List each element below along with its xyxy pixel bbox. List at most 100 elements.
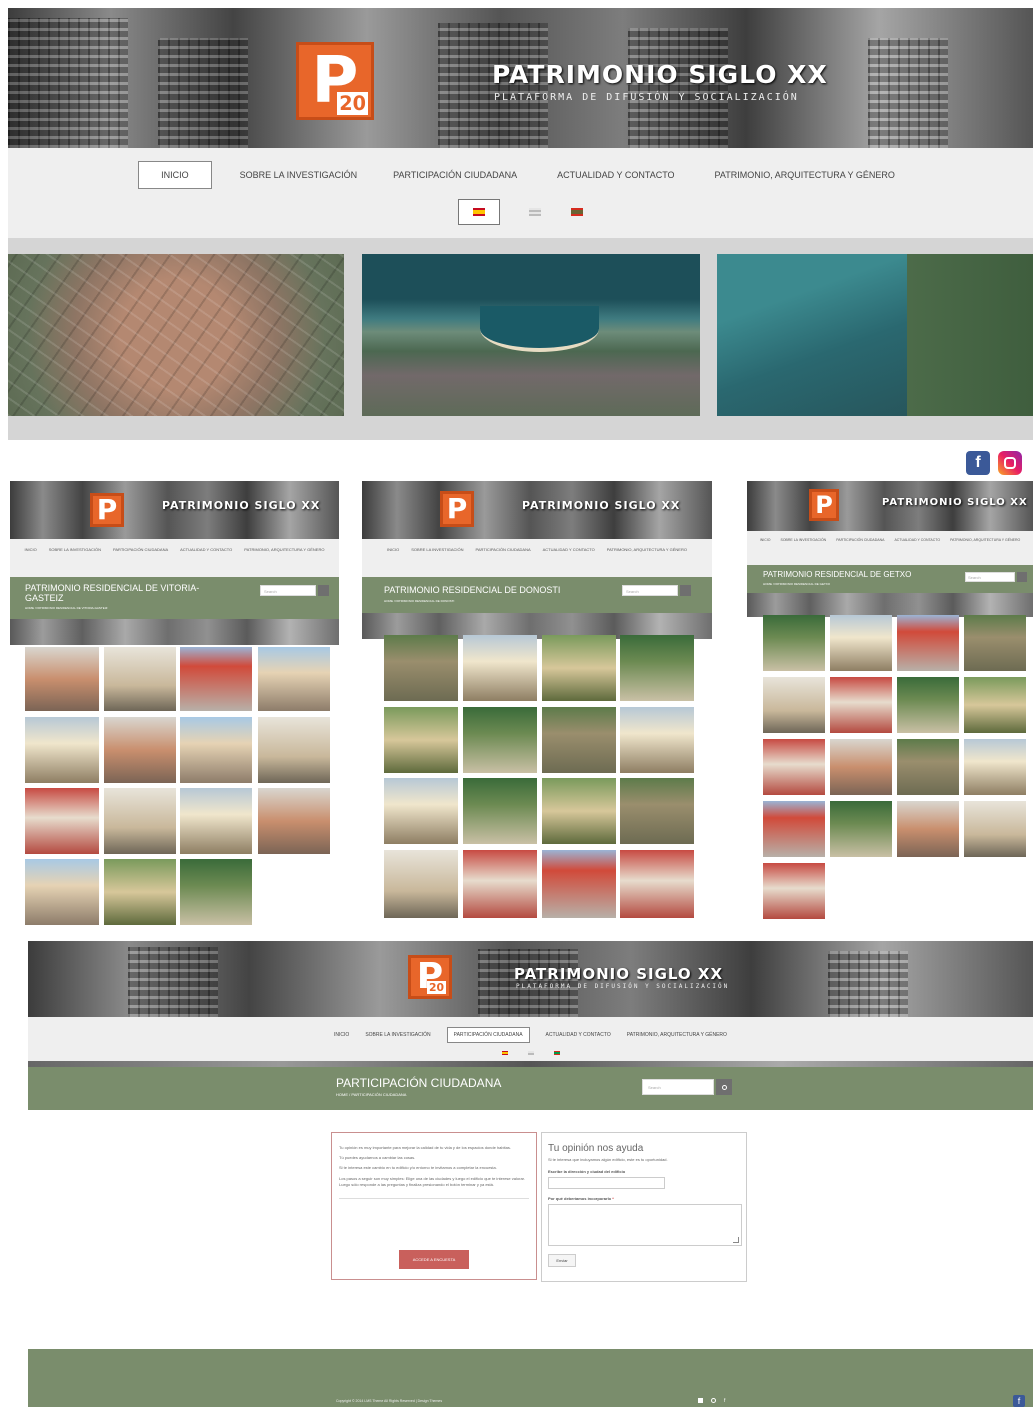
search-input[interactable]: Search	[642, 1079, 714, 1095]
donosti-photo[interactable]	[542, 778, 616, 844]
nav-inicio[interactable]: INICIO	[138, 161, 212, 189]
bottom-banner: P 20 PATRIMONIO SIGLO XX PLATAFORMA DE DI…	[28, 941, 1033, 1017]
getxo-photo[interactable]	[830, 801, 892, 857]
nav-patrimonio[interactable]: PATRIMONIO, ARQUITECTURA Y GÉNERO	[707, 162, 903, 188]
reason-textarea[interactable]	[548, 1204, 742, 1247]
bottom-nav-actualidad[interactable]: ACTUALIDAD Y CONTACTO	[546, 1032, 611, 1038]
vitoria-title-bar: PATRIMONIO RESIDENCIAL DE VITORIA-GASTEI…	[10, 577, 339, 619]
getxo-photo[interactable]	[763, 677, 825, 733]
nav-sobre[interactable]: SOBRE LA INVESTIGACIÓN	[236, 162, 362, 188]
donosti-photo[interactable]	[463, 707, 537, 773]
getxo-photo[interactable]	[763, 863, 825, 919]
getxo-photo[interactable]	[897, 739, 959, 795]
getxo-search-button[interactable]	[1017, 572, 1027, 582]
donosti-search-input[interactable]: Search	[622, 585, 678, 596]
vitoria-photo[interactable]	[104, 788, 176, 854]
instagram-icon[interactable]	[998, 451, 1022, 475]
search-button[interactable]	[716, 1079, 732, 1095]
bottom-nav-sobre[interactable]: SOBRE LA INVESTIGACIÓN	[365, 1032, 430, 1038]
form-title: Tu opinión nos ayuda	[548, 1143, 644, 1154]
es-flag-icon	[472, 208, 485, 216]
donosti-photo[interactable]	[542, 850, 616, 918]
donosti-photo[interactable]	[542, 635, 616, 701]
donosti-photo[interactable]	[463, 850, 537, 918]
vitoria-photo[interactable]	[180, 647, 252, 711]
getxo-photo[interactable]	[964, 739, 1026, 795]
vitoria-photo[interactable]	[25, 647, 99, 711]
getxo-photo[interactable]	[830, 615, 892, 671]
donosti-photo[interactable]	[384, 635, 458, 701]
vitoria-photo[interactable]	[258, 717, 330, 783]
donosti-photo[interactable]	[463, 778, 537, 844]
settings-icon[interactable]	[711, 1398, 716, 1403]
lang-en[interactable]	[528, 207, 542, 217]
copyright: Copyright © 2014 LMS Theme All Rights Re…	[336, 1399, 443, 1403]
getxo-photo[interactable]	[830, 739, 892, 795]
getxo-photo[interactable]	[763, 615, 825, 671]
facebook-icon[interactable]: f	[1013, 1395, 1025, 1407]
site-title: PATRIMONIO SIGLO XX	[492, 60, 828, 89]
nav-actualidad[interactable]: ACTUALIDAD Y CONTACTO	[549, 162, 682, 188]
getxo-search-input[interactable]: Search	[965, 572, 1015, 582]
getxo-photo[interactable]	[897, 615, 959, 671]
donosti-title: PATRIMONIO RESIDENCIAL DE DONOSTI	[384, 585, 561, 595]
site-logo[interactable]: P 20	[296, 42, 374, 120]
bottom-nav-patrimonio[interactable]: PATRIMONIO, ARQUITECTURA Y GÉNERO	[627, 1032, 727, 1038]
vitoria-photo[interactable]	[25, 859, 99, 925]
bottom-nav-inicio[interactable]: INICIO	[334, 1032, 349, 1038]
vitoria-photo[interactable]	[180, 788, 252, 854]
site-tagline: PLATAFORMA DE DIFUSIÓN Y SOCIALIZACIÓN	[494, 92, 799, 103]
vitoria-search-button[interactable]	[318, 585, 329, 596]
donosti-search-button[interactable]	[680, 585, 691, 596]
address-field[interactable]	[548, 1177, 665, 1190]
es-flag-icon[interactable]	[501, 1051, 508, 1055]
vitoria-photo[interactable]	[180, 859, 252, 925]
survey-button[interactable]: ACCEDE A ENCUESTA	[399, 1250, 469, 1269]
submit-button[interactable]: Enviar	[548, 1254, 576, 1268]
getxo-photo[interactable]	[964, 677, 1026, 733]
donosti-photo[interactable]	[620, 778, 694, 844]
getxo-title: PATRIMONIO RESIDENCIAL DE GETXO	[763, 570, 912, 579]
vitoria-photo[interactable]	[25, 717, 99, 783]
getxo-photo[interactable]	[763, 739, 825, 795]
vitoria-search-input[interactable]: Search	[260, 585, 316, 596]
vitoria-photo[interactable]	[258, 788, 330, 854]
aerial-donosti[interactable]	[362, 254, 700, 416]
getxo-photo[interactable]	[964, 801, 1026, 857]
getxo-photo[interactable]	[763, 801, 825, 857]
getxo-photo[interactable]	[897, 677, 959, 733]
nav-participacion[interactable]: PARTICIPACIÓN CIUDADANA	[385, 162, 525, 188]
bottom-logo[interactable]: P 20	[408, 955, 452, 999]
vitoria-photo[interactable]	[180, 717, 252, 783]
donosti-photo[interactable]	[620, 707, 694, 773]
participacion-title-bar: PARTICIPACIÓN CIUDADANA HOME / PARTICIPA…	[28, 1067, 1033, 1110]
en-flag-icon[interactable]	[527, 1051, 534, 1055]
bottom-nav-participacion[interactable]: PARTICIPACIÓN CIUDADANA	[446, 1027, 530, 1043]
main-nav: INICIO SOBRE LA INVESTIGACIÓN PARTICIPAC…	[8, 148, 1033, 238]
breadcrumb: HOME / PARTICIPACIÓN CIUDADANA	[336, 1092, 407, 1097]
eu-flag-icon[interactable]	[553, 1051, 560, 1055]
donosti-photo[interactable]	[384, 850, 458, 918]
getxo-photo[interactable]	[897, 801, 959, 857]
vitoria-photo[interactable]	[104, 647, 176, 711]
vitoria-photo[interactable]	[25, 788, 99, 854]
facebook-icon[interactable]: f	[966, 451, 990, 475]
getxo-photo[interactable]	[964, 615, 1026, 671]
en-flag-icon	[528, 208, 541, 216]
vitoria-photo[interactable]	[258, 647, 330, 711]
donosti-photo[interactable]	[384, 778, 458, 844]
aerial-getxo[interactable]	[717, 254, 1033, 416]
lang-eu[interactable]	[570, 207, 584, 217]
donosti-photo[interactable]	[463, 635, 537, 701]
vitoria-photo[interactable]	[104, 859, 176, 925]
donosti-photo[interactable]	[542, 707, 616, 773]
getxo-photo[interactable]	[830, 677, 892, 733]
donosti-photo[interactable]	[620, 635, 694, 701]
lang-es[interactable]	[457, 199, 500, 225]
donosti-photo[interactable]	[620, 850, 694, 918]
aerial-vitoria[interactable]	[8, 254, 344, 416]
facebook-small-icon[interactable]: f	[724, 1398, 725, 1404]
donosti-photo[interactable]	[384, 707, 458, 773]
square-icon[interactable]	[698, 1398, 703, 1403]
vitoria-photo[interactable]	[104, 717, 176, 783]
